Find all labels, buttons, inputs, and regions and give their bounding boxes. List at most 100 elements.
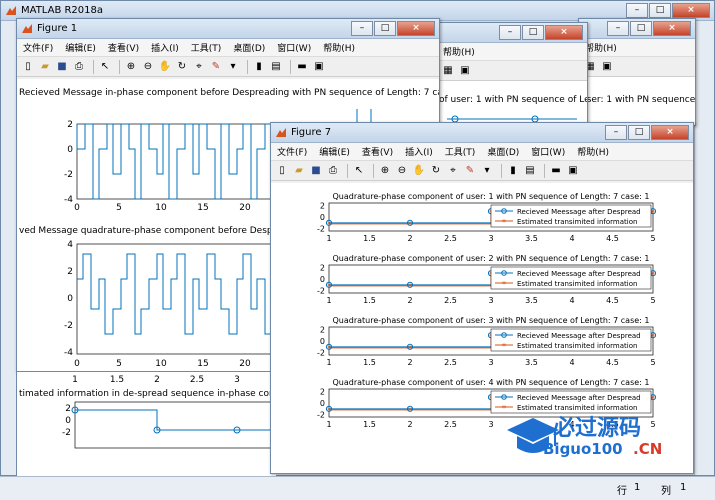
zoom-out-icon[interactable]: ⊖ [141, 60, 155, 74]
menu-desktop[interactable]: 桌面(D) [227, 41, 271, 54]
subplot-xtick: 1 [326, 234, 331, 243]
panel-icon[interactable]: ▣ [312, 60, 326, 74]
subplot-xtick: 3.5 [525, 296, 538, 305]
subplot-ytick: 2 [320, 263, 325, 272]
grid-icon[interactable]: ▦ [441, 64, 455, 78]
estimated-marker: * [327, 282, 331, 291]
plot2-ytick: -2 [64, 321, 73, 331]
legend-icon[interactable]: ▬ [549, 164, 563, 178]
estimated-marker: * [408, 220, 412, 229]
subplot-ytick: 0 [320, 275, 325, 284]
plot1-ytick: 0 [67, 145, 73, 155]
data-cursor-icon[interactable]: ⌖ [446, 164, 460, 178]
menu-edit[interactable]: 编辑(E) [313, 145, 356, 158]
menu-insert[interactable]: 插入(I) [399, 145, 439, 158]
menu-file[interactable]: 文件(F) [271, 145, 313, 158]
open-folder-icon[interactable]: ▰ [292, 164, 306, 178]
figure-7-titlebar[interactable]: Figure 7 – □ × [271, 123, 693, 143]
maximize-button[interactable]: □ [649, 2, 671, 18]
menu-edit[interactable]: 编辑(E) [59, 41, 102, 54]
rotate-icon[interactable]: ↻ [175, 60, 189, 74]
menu-view[interactable]: 查看(V) [102, 41, 145, 54]
close-button[interactable]: × [653, 20, 691, 36]
subplot-ytick: 2 [320, 201, 325, 210]
plot2-ytick: -4 [64, 348, 73, 358]
print-icon[interactable]: ⎙ [326, 164, 340, 178]
colorbar-icon[interactable]: ▤ [523, 164, 537, 178]
figure-middle-titlebar[interactable]: – □ × [437, 23, 587, 43]
maximize-button[interactable]: □ [630, 20, 652, 36]
minimize-button[interactable]: – [626, 2, 648, 18]
data-cursor-icon[interactable]: ⌖ [192, 60, 206, 74]
matlab-logo-icon [276, 127, 286, 137]
save-icon[interactable]: ■ [309, 164, 323, 178]
legend-icon[interactable]: ▬ [295, 60, 309, 74]
maximize-button[interactable]: □ [628, 124, 650, 140]
brush-dropdown-icon[interactable]: ▾ [480, 164, 494, 178]
menu-tools[interactable]: 工具(T) [439, 145, 482, 158]
figure-1-titlebar[interactable]: Figure 1 – □ × [17, 19, 439, 39]
menu-desktop[interactable]: 桌面(D) [481, 145, 525, 158]
menu-help[interactable]: 帮助(H) [437, 45, 481, 58]
plot2-ytick: 4 [67, 240, 73, 250]
maximize-button[interactable]: □ [374, 20, 396, 36]
subplot-xtick: 2 [407, 234, 412, 243]
figure-1-menubar: 文件(F) 编辑(E) 查看(V) 插入(I) 工具(T) 桌面(D) 窗口(W… [17, 39, 439, 57]
minimize-button[interactable]: – [351, 20, 373, 36]
brush-dropdown-icon[interactable]: ▾ [226, 60, 240, 74]
panel-icon[interactable]: ▣ [600, 60, 614, 74]
panel-icon[interactable]: ▣ [566, 164, 580, 178]
panel-icon[interactable]: ▣ [458, 64, 472, 78]
close-button[interactable]: × [397, 20, 435, 36]
right-gutter [694, 21, 714, 475]
pan-icon[interactable]: ✋ [412, 164, 426, 178]
menu-insert[interactable]: 插入(I) [145, 41, 185, 54]
menu-help[interactable]: 帮助(H) [571, 145, 615, 158]
rotate-icon[interactable]: ↻ [429, 164, 443, 178]
brush-icon[interactable]: ✎ [463, 164, 477, 178]
menu-tools[interactable]: 工具(T) [185, 41, 228, 54]
close-button[interactable]: × [651, 124, 689, 140]
menu-window[interactable]: 窗口(W) [525, 145, 571, 158]
subplot-xtick: 4 [569, 296, 574, 305]
bl-xtick: 1.5 [110, 375, 124, 385]
status-col-value: 1 [680, 482, 687, 493]
open-folder-icon[interactable]: ▰ [38, 60, 52, 74]
plot2-xtick: 10 [155, 359, 167, 369]
figure-right-titlebar[interactable]: – □ × [579, 19, 695, 39]
zoom-in-icon[interactable]: ⊕ [378, 164, 392, 178]
menu-help[interactable]: 帮助(H) [317, 41, 361, 54]
legend-entry-received: Recieved Meessage after Despread [517, 332, 641, 340]
link-icon[interactable]: ▮ [506, 164, 520, 178]
bl-xtick: 1 [72, 375, 78, 385]
close-button[interactable]: × [545, 24, 583, 40]
menu-view[interactable]: 查看(V) [356, 145, 399, 158]
close-button[interactable]: × [672, 2, 710, 18]
new-file-icon[interactable]: ▯ [275, 164, 289, 178]
link-icon[interactable]: ▮ [252, 60, 266, 74]
pointer-icon[interactable]: ↖ [98, 60, 112, 74]
figure-window-middle[interactable]: – □ × 帮助(H) ▦ ▣ of user: 1 with PN sequence… [436, 22, 588, 126]
figure-window-right[interactable]: – □ × 帮助(H) ▦ ▣ user: 1 with PN sequence of [578, 18, 696, 126]
menu-window[interactable]: 窗口(W) [271, 41, 317, 54]
zoom-in-icon[interactable]: ⊕ [124, 60, 138, 74]
plot1-xtick: 5 [116, 203, 122, 213]
watermark-en-suffix: .CN [633, 440, 663, 458]
save-icon[interactable]: ■ [55, 60, 69, 74]
brush-icon[interactable]: ✎ [209, 60, 223, 74]
minimize-button[interactable]: – [499, 24, 521, 40]
minimize-button[interactable]: – [607, 20, 629, 36]
print-icon[interactable]: ⎙ [72, 60, 86, 74]
estimated-marker: * [327, 220, 331, 229]
menu-file[interactable]: 文件(F) [17, 41, 59, 54]
new-file-icon[interactable]: ▯ [21, 60, 35, 74]
minimize-button[interactable]: – [605, 124, 627, 140]
pan-icon[interactable]: ✋ [158, 60, 172, 74]
maximize-button[interactable]: □ [522, 24, 544, 40]
estimated-marker: * [651, 332, 655, 341]
subplot-ytick: -2 [317, 411, 325, 420]
colorbar-icon[interactable]: ▤ [269, 60, 283, 74]
estimated-marker: * [408, 282, 412, 291]
pointer-icon[interactable]: ↖ [352, 164, 366, 178]
zoom-out-icon[interactable]: ⊖ [395, 164, 409, 178]
